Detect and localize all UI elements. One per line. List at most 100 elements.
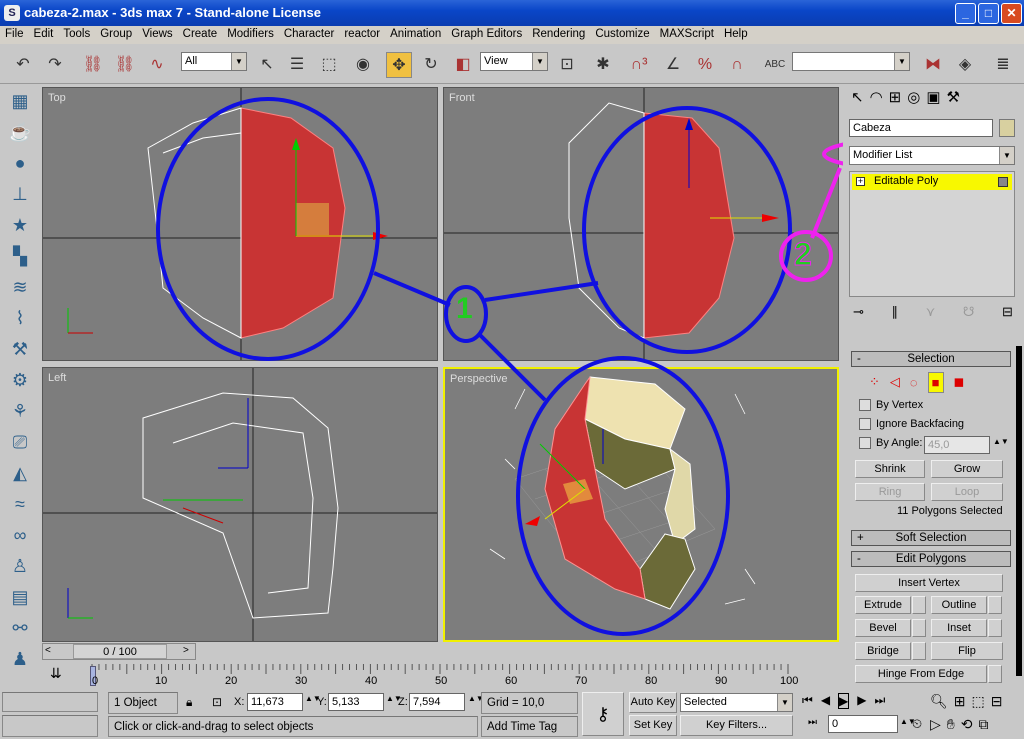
viewport-front[interactable]: Front — [443, 87, 839, 361]
reference-coordinate-dropdown[interactable]: View ▼ — [480, 52, 548, 71]
time-prev-button[interactable]: < — [45, 645, 57, 656]
pipe-icon[interactable]: ⌇ — [0, 303, 40, 334]
object-color-swatch[interactable] — [999, 119, 1015, 137]
element-icon[interactable]: ◼ — [954, 374, 965, 390]
show-end-result-icon[interactable]: ∥ — [892, 304, 899, 320]
insert-vertex-button[interactable]: Insert Vertex — [855, 574, 1003, 592]
outline-settings-button[interactable] — [988, 596, 1002, 614]
edit-named-selections-icon[interactable]: ABC — [762, 52, 788, 78]
create-tab-icon[interactable]: ↖ — [851, 88, 864, 114]
curve-editor-icon[interactable]: ⇊ — [50, 665, 62, 682]
rollout-edit-polygons[interactable]: - Edit Polygons — [851, 551, 1011, 567]
undo-icon[interactable]: ↶ — [10, 52, 36, 78]
arc-rotate-icon[interactable]: ⟲ — [961, 716, 973, 733]
select-link-icon[interactable]: ⛓ — [80, 52, 106, 78]
pivot-center-icon[interactable]: ⊡ — [554, 52, 580, 78]
bevel-button[interactable]: Bevel — [855, 619, 911, 637]
time-slider[interactable]: < 0 / 100 > — [42, 643, 196, 660]
command-panel-scrollbar[interactable] — [1016, 346, 1022, 676]
shape-icon[interactable]: ◭ — [0, 458, 40, 489]
configure-modifier-sets-icon[interactable]: ⊟ — [1002, 304, 1013, 320]
z-coordinate-field[interactable]: 7,594 — [409, 693, 465, 711]
named-selection-dropdown[interactable]: ▼ — [792, 52, 910, 71]
select-scale-icon[interactable]: ◧ — [450, 52, 476, 78]
select-object-icon[interactable]: ↖ — [254, 52, 280, 78]
by-angle-checkbox[interactable]: By Angle: — [859, 437, 922, 450]
auto-key-button[interactable]: Auto Key — [629, 692, 677, 713]
extrude-button[interactable]: Extrude — [855, 596, 911, 614]
rectangular-selection-icon[interactable]: ⬚ — [316, 52, 342, 78]
select-move-icon[interactable]: ✥ — [386, 52, 412, 78]
menu-help[interactable]: Help — [719, 26, 753, 44]
time-slider-thumb[interactable]: 0 / 100 — [73, 644, 167, 659]
zoom-all-icon[interactable]: ⊞ — [954, 693, 966, 710]
add-time-tag-button[interactable]: Add Time Tag — [481, 716, 578, 737]
menu-modifiers[interactable]: Modifiers — [222, 26, 279, 44]
menu-maxscript[interactable]: MAXScript — [655, 26, 719, 44]
make-unique-icon[interactable]: ⋎ — [926, 304, 936, 320]
bind-space-warp-icon[interactable]: ∿ — [144, 52, 170, 78]
y-coordinate-field[interactable]: 5,133 — [328, 693, 384, 711]
menu-character[interactable]: Character — [279, 26, 340, 44]
inset-button[interactable]: Inset — [931, 619, 987, 637]
zoom-icon[interactable]: 🔍︎ — [930, 693, 948, 710]
unlink-icon[interactable]: ⛓ — [112, 52, 138, 78]
helix-icon[interactable]: ∞ — [0, 520, 40, 551]
hinge-from-edge-button[interactable]: Hinge From Edge — [855, 665, 987, 683]
percent-snap-icon[interactable]: % — [692, 52, 718, 78]
box-icon[interactable]: ▦ — [0, 86, 40, 117]
go-to-start-icon[interactable]: ⏮ — [802, 693, 813, 709]
go-to-end-icon[interactable]: ⏭ — [875, 693, 886, 709]
menu-rendering[interactable]: Rendering — [527, 26, 590, 44]
minimize-button[interactable]: _ — [955, 3, 976, 24]
menu-create[interactable]: Create — [178, 26, 223, 44]
absolute-mode-icon[interactable]: ⊡ — [212, 695, 222, 709]
maxscript-listener-mini[interactable] — [2, 692, 98, 712]
hierarchy-tab-icon[interactable]: ⊞ — [889, 88, 902, 114]
menu-customize[interactable]: Customize — [590, 26, 654, 44]
by-vertex-checkbox[interactable]: By Vertex — [859, 399, 923, 412]
display-tab-icon[interactable]: ▣ — [926, 88, 940, 114]
menu-edit[interactable]: Edit — [29, 26, 59, 44]
maximize-button[interactable]: □ — [978, 3, 999, 24]
rollout-soft-selection[interactable]: + Soft Selection — [851, 530, 1011, 546]
menu-views[interactable]: Views — [137, 26, 177, 44]
polygon-icon[interactable]: ■ — [927, 371, 944, 393]
angle-spinner-icon[interactable]: ▲▼ — [993, 437, 1009, 446]
link-icon[interactable]: ⚯ — [0, 613, 40, 644]
key-filters-button[interactable]: Key Filters... — [680, 715, 793, 736]
window-crossing-icon[interactable]: ◉ — [350, 52, 376, 78]
layer-manager-icon[interactable]: ≣ — [990, 52, 1016, 78]
key-mode-dropdown[interactable]: Selected ▼ — [680, 693, 793, 712]
pan-icon[interactable]: ✋︎ — [947, 716, 955, 733]
bevel-settings-button[interactable] — [912, 619, 926, 637]
key-mode-toggle-icon[interactable]: ⏭ — [808, 717, 817, 728]
motion-tab-icon[interactable]: ◎ — [907, 88, 920, 114]
teapot-icon[interactable]: ☕ — [0, 117, 40, 148]
camera-icon[interactable]: ⎚ — [0, 427, 40, 458]
lock-icon[interactable]: 🔒︎ — [186, 695, 192, 710]
modify-tab-icon[interactable]: ◠ — [870, 88, 883, 114]
align-icon[interactable]: ◈ — [952, 52, 978, 78]
time-configuration-icon[interactable]: ⏲ — [912, 716, 922, 732]
checker-icon[interactable]: ▚ — [0, 241, 40, 272]
hinge-settings-button[interactable] — [988, 665, 1002, 683]
extrude-settings-button[interactable] — [912, 596, 926, 614]
book-icon[interactable]: ▤ — [0, 582, 40, 613]
angle-field[interactable]: 45,0 — [924, 436, 990, 454]
hammer-icon[interactable]: ⚒ — [0, 334, 40, 365]
flip-button[interactable]: Flip — [931, 642, 1003, 660]
zoom-extents-all-icon[interactable]: ⊟ — [991, 693, 1003, 710]
menu-group[interactable]: Group — [95, 26, 137, 44]
viewport-perspective[interactable]: Perspective — [443, 367, 839, 642]
next-frame-icon[interactable]: ▶ — [857, 693, 866, 709]
viewport-top[interactable]: Top — [42, 87, 438, 361]
outline-button[interactable]: Outline — [931, 596, 987, 614]
bridge-button[interactable]: Bridge — [855, 642, 911, 660]
viewport-left[interactable]: Left — [42, 367, 438, 642]
mirror-icon[interactable]: ⧓ — [920, 52, 946, 78]
loop-button[interactable]: Loop — [931, 483, 1003, 501]
inset-settings-button[interactable] — [988, 619, 1002, 637]
snap-3d-icon[interactable]: ∩³ — [626, 52, 652, 78]
cylinder-icon[interactable]: ⊥ — [0, 179, 40, 210]
